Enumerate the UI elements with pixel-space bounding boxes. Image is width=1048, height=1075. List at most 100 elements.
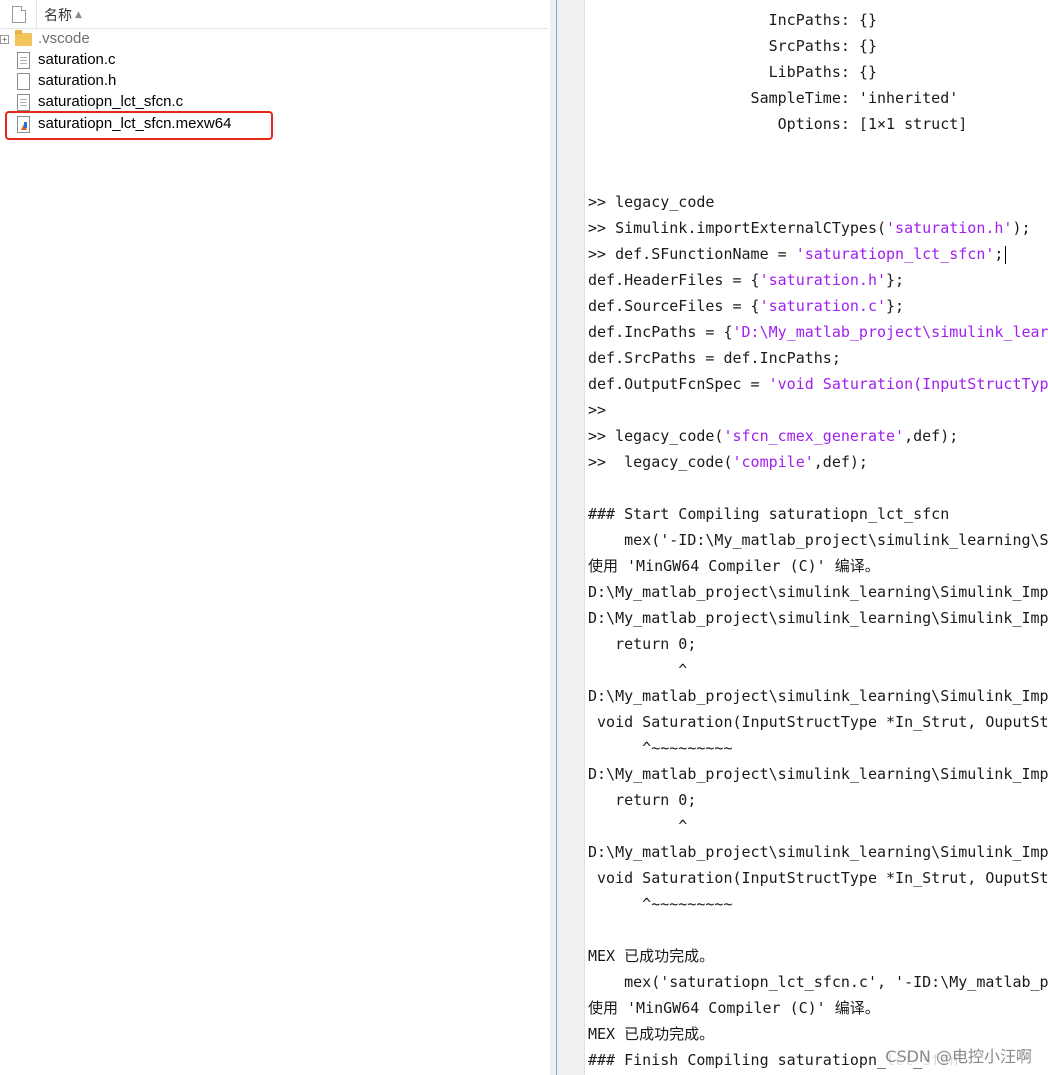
code-text: ,def); [904,427,959,445]
code-text: def.HeaderFiles = { [588,271,760,289]
output-line: def.IncPaths = {'D:\My_matlab_project\si… [588,319,1048,345]
output-line: void Saturation(InputStructType *In_Stru… [588,865,1048,891]
name-column-label: 名称 [44,8,72,24]
code-text: >> def.SFunctionName = [588,245,796,263]
output-line: Options: [1×1 struct] [588,111,1048,137]
output-line: mex('saturatiopn_lct_sfcn.c', '-ID:\My_m… [588,969,1048,995]
output-line: ### Start Compiling saturatiopn_lct_sfcn [588,501,1048,527]
output-line: D:\My_matlab_project\simulink_learning\S… [588,605,1048,631]
sort-ascending-icon: ▲ [75,10,82,20]
file-name: saturatiopn_lct_sfcn.c [38,93,184,110]
red-highlight-annotation [5,111,273,140]
code-text: IncPaths: {} [588,11,877,29]
code-text: >> [588,401,607,419]
code-text: >> legacy_code [588,193,715,211]
code-text: ,def); [813,453,868,471]
code-text: mex('saturatiopn_lct_sfcn.c', '-ID:\My_m… [588,973,1048,991]
output-line: return 0; [588,787,1048,813]
output-line: ^ [588,813,1048,839]
output-line: D:\My_matlab_project\simulink_learning\S… [588,839,1048,865]
output-line: D:\My_matlab_project\simulink_learning\S… [588,579,1048,605]
output-line: D:\My_matlab_project\simulink_learning\S… [588,761,1048,787]
output-line: def.OutputFcnSpec = 'void Saturation(Inp… [588,371,1048,397]
output-line: >> def.SFunctionName = 'saturatiopn_lct_… [588,241,1048,267]
string-literal: 'compile' [732,453,814,471]
document-icon [15,73,32,90]
code-text: D:\My_matlab_project\simulink_learning\S… [588,687,1048,705]
code-text: def.IncPaths = { [588,323,733,341]
output-line: ^~~~~~~~~~ [588,891,1048,917]
output-line: 使用 'MinGW64 Compiler (C)' 编译。 [588,553,1048,579]
pane-splitter[interactable] [550,0,557,1075]
code-text: ^~~~~~~~~~ [588,739,733,757]
code-text: 使用 'MinGW64 Compiler (C)' 编译。 [588,557,880,575]
output-line: def.SourceFiles = {'saturation.c'}; [588,293,1048,319]
code-text: ^ [588,817,688,835]
file-row-vscode[interactable]: + .vscode [0,29,548,50]
code-text: return 0; [588,635,697,653]
output-line: D:\My_matlab_project\simulink_learning\S… [588,683,1048,709]
file-explorer-pane: 名称 ▲ + .vscode saturation.c saturation.h… [0,0,551,1075]
command-window-gutter [557,0,585,1075]
document-icon [15,52,32,69]
output-line: def.HeaderFiles = {'saturation.h'}; [588,267,1048,293]
code-text: D:\My_matlab_project\simulink_learning\S… [588,583,1048,601]
select-all-column[interactable] [0,0,37,28]
column-header: 名称 ▲ [0,0,548,29]
output-line: >> Simulink.importExternalCTypes('satura… [588,215,1048,241]
file-row-saturation-h[interactable]: saturation.h [0,71,548,92]
expand-icon[interactable]: + [0,35,9,44]
code-text: ### Start Compiling saturatiopn_lct_sfcn [588,505,950,523]
command-window[interactable]: IncPaths: {} SrcPaths: {} LibPaths: {} S… [557,0,1048,1075]
output-line: def.SrcPaths = def.IncPaths; [588,345,1048,371]
string-literal: 'saturatiopn_lct_sfcn' [795,245,995,263]
output-line: >> legacy_code('sfcn_cmex_generate',def)… [588,423,1048,449]
code-text: void Saturation(InputStructType *In_Stru… [588,869,1048,887]
file-row-saturation-c[interactable]: saturation.c [0,50,548,71]
code-text: D:\My_matlab_project\simulink_learning\S… [588,843,1048,861]
output-line: return 0; [588,631,1048,657]
output-line: >> legacy_code('compile',def); [588,449,1048,475]
command-output[interactable]: IncPaths: {} SrcPaths: {} LibPaths: {} S… [588,7,1048,1075]
file-name: .vscode [38,30,90,47]
code-text: D:\My_matlab_project\simulink_learning\S… [588,609,1048,627]
output-line: ^~~~~~~~~~ [588,735,1048,761]
output-line: SampleTime: 'inherited' [588,85,1048,111]
name-column-header[interactable]: 名称 ▲ [44,5,82,25]
string-literal: 'saturation.h' [759,271,887,289]
output-line: SrcPaths: {} [588,33,1048,59]
document-icon [15,94,32,111]
code-text: }; [886,297,905,315]
folder-icon [15,30,32,48]
string-literal: 'saturation.h' [886,219,1013,237]
file-row-sfcn-c[interactable]: saturatiopn_lct_sfcn.c [0,92,548,113]
string-literal: 'sfcn_cmex_generate' [723,427,905,445]
output-line: MEX 已成功完成。 [588,943,1048,969]
code-text: MEX 已成功完成。 [588,1025,715,1043]
text-cursor [1005,245,1007,264]
string-literal: 'saturation.c' [759,297,887,315]
file-name: saturation.c [38,51,116,68]
code-text: mex('-ID:\My_matlab_project\simulink_lea… [588,531,1048,549]
code-text: >> legacy_code( [588,453,733,471]
code-text: SampleTime: 'inherited' [588,89,959,107]
code-text: ; [994,245,1004,263]
code-text: LibPaths: {} [588,63,877,81]
code-text: ^ [588,661,688,679]
code-text: def.SrcPaths = def.IncPaths; [588,349,841,367]
page-icon [12,6,26,23]
output-line: void Saturation(InputStructType *In_Stru… [588,709,1048,735]
output-line: >> [588,397,1048,423]
code-text: def.SourceFiles = { [588,297,760,315]
code-text: >> legacy_code( [588,427,724,445]
string-literal: 'D:\My_matlab_project\simulink_learn [732,323,1048,341]
output-line: >> legacy_code [588,189,1048,215]
output-line: ^ [588,657,1048,683]
string-literal: 'void Saturation(InputStructTyp [768,375,1048,393]
output-line: 使用 'MinGW64 Compiler (C)' 编译。 [588,995,1048,1021]
code-text: D:\My_matlab_project\simulink_learning\S… [588,765,1048,783]
code-text: return 0; [588,791,697,809]
code-text: ^~~~~~~~~~ [588,895,733,913]
